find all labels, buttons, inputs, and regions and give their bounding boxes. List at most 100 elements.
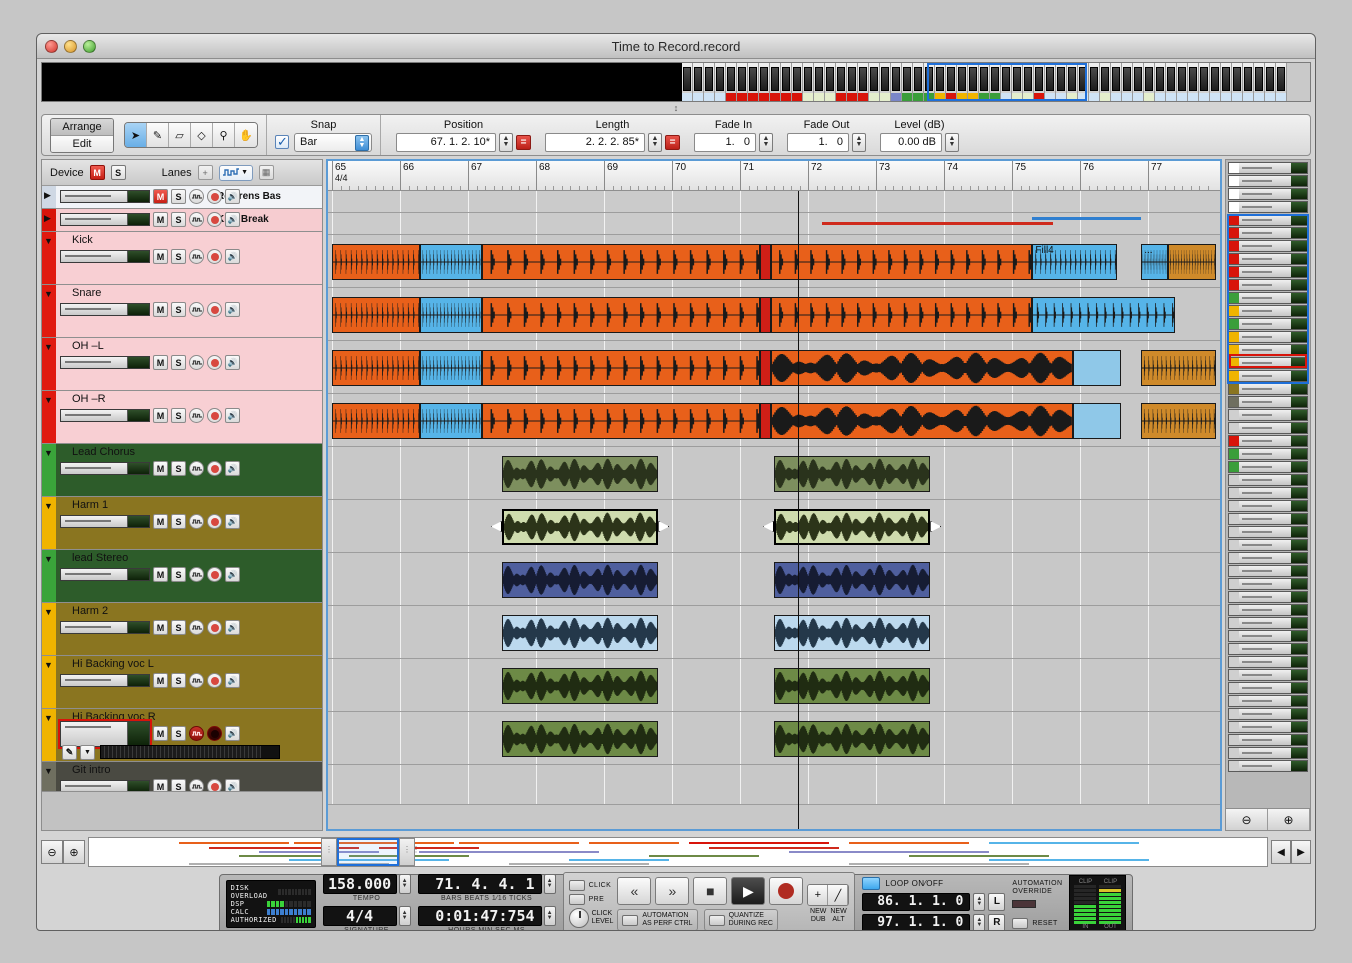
track-automation-button[interactable] — [189, 779, 204, 791]
rack-unit[interactable] — [693, 63, 704, 101]
mini-rack-device[interactable] — [1228, 708, 1308, 720]
mini-rack-device[interactable] — [1228, 643, 1308, 655]
stop-button[interactable]: ■ — [693, 877, 728, 905]
rack-unit[interactable] — [979, 63, 990, 101]
track-header-oh-l[interactable]: ▼ OH –L M S 🔊 — [42, 338, 322, 391]
edit-mode-button[interactable]: Edit — [51, 135, 113, 152]
rack-unit[interactable] — [913, 63, 924, 101]
arrange-lane[interactable] — [328, 394, 1220, 447]
audio-clip[interactable] — [481, 403, 761, 439]
rack-unit[interactable] — [682, 63, 693, 101]
rack-unit[interactable] — [1078, 63, 1089, 101]
fadein-input[interactable]: 1. 0 — [694, 132, 756, 152]
snap-checkbox[interactable] — [275, 134, 289, 150]
rack-unit[interactable] — [847, 63, 858, 101]
mini-rack-device[interactable] — [1228, 539, 1308, 551]
rack-unit[interactable] — [1232, 63, 1243, 101]
track-header-kick-break[interactable]: ▶ Kick Break M S 🔊 — [42, 209, 322, 232]
track-record-arm-button[interactable] — [207, 461, 222, 476]
navigator-zoom-controls[interactable]: ⊖ ⊕ — [41, 840, 85, 864]
clip-resize-handle-right[interactable] — [930, 521, 942, 532]
audio-clip[interactable] — [481, 297, 761, 333]
track-mute-button[interactable]: M — [153, 620, 168, 635]
audio-clip[interactable] — [770, 350, 1074, 386]
track-device-thumbnail[interactable] — [60, 515, 150, 528]
loop-left-stepper-icon[interactable]: ▲ ▼ — [973, 892, 986, 911]
mini-rack-device[interactable] — [1228, 240, 1308, 252]
track-fold-toggle[interactable]: ▼ — [44, 501, 53, 511]
track-solo-button[interactable]: S — [171, 249, 186, 264]
rack-unit[interactable] — [1177, 63, 1188, 101]
track-device-thumbnail[interactable] — [60, 674, 150, 687]
navigator-viewport[interactable] — [337, 838, 399, 866]
track-automation-button[interactable] — [189, 355, 204, 370]
audio-clip[interactable] — [332, 403, 421, 439]
rack-overview-strip[interactable] — [41, 62, 1311, 102]
rack-unit[interactable] — [1210, 63, 1221, 101]
audio-clip[interactable] — [502, 562, 659, 598]
pre-checkbox[interactable] — [568, 894, 585, 905]
add-lane-button[interactable]: + — [197, 165, 213, 180]
audio-clip[interactable] — [420, 244, 482, 280]
arrange-lanes[interactable]: Fill4... — [328, 191, 1220, 829]
rewind-button[interactable]: « — [617, 877, 652, 905]
rack-unit[interactable] — [1089, 63, 1100, 101]
mini-rack-device[interactable] — [1228, 292, 1308, 304]
panel-divider-handle[interactable]: ↕ — [37, 102, 1315, 114]
mini-rack-device[interactable] — [1228, 578, 1308, 590]
rack-unit[interactable] — [1056, 63, 1067, 101]
track-keyzone-display[interactable] — [100, 745, 280, 759]
rack-unit[interactable] — [1221, 63, 1232, 101]
mini-rack-device[interactable] — [1228, 461, 1308, 473]
arrange-lane[interactable] — [328, 341, 1220, 394]
audio-clip[interactable] — [502, 456, 659, 492]
mini-rack-device[interactable] — [1228, 591, 1308, 603]
fast-forward-button[interactable]: » — [655, 877, 690, 905]
mini-rack-device[interactable] — [1228, 448, 1308, 460]
mini-rack-device[interactable] — [1228, 435, 1308, 447]
arrange-lane[interactable] — [328, 765, 1220, 805]
mini-rack-device[interactable] — [1228, 695, 1308, 707]
mini-rack-list[interactable]: [F7] — [1226, 160, 1310, 808]
rack-unit[interactable] — [1023, 63, 1034, 101]
track-monitor-button[interactable]: 🔊 — [225, 673, 240, 688]
mini-rack-device[interactable] — [1228, 383, 1308, 395]
track-automation-button[interactable] — [189, 212, 204, 227]
track-monitor-button[interactable]: 🔊 — [225, 567, 240, 582]
track-fold-toggle[interactable]: ▼ — [44, 607, 53, 617]
rack-unit[interactable] — [1133, 63, 1144, 101]
audio-clip[interactable] — [420, 403, 482, 439]
mini-rack-device[interactable] — [1228, 721, 1308, 733]
track-record-arm-button[interactable] — [207, 567, 222, 582]
rack-unit[interactable] — [814, 63, 825, 101]
rack-unit[interactable] — [726, 63, 737, 101]
mini-rack-device[interactable] — [1228, 162, 1308, 174]
mini-rack-device[interactable] — [1228, 604, 1308, 616]
mini-rack-device[interactable] — [1228, 357, 1308, 369]
track-automation-button[interactable] — [189, 673, 204, 688]
audio-clip[interactable] — [481, 350, 761, 386]
mini-rack-device[interactable] — [1228, 682, 1308, 694]
rack-unit[interactable] — [1111, 63, 1122, 101]
mini-rack-device[interactable] — [1228, 526, 1308, 538]
mini-rack-panel[interactable]: [F7] ⊖ ⊕ — [1225, 159, 1311, 831]
rack-unit[interactable] — [1276, 63, 1287, 101]
track-solo-button[interactable]: S — [171, 212, 186, 227]
time-position-value[interactable]: 0:01:47:754 — [417, 906, 542, 926]
track-fold-toggle[interactable]: ▼ — [44, 660, 53, 670]
track-monitor-button[interactable]: 🔊 — [225, 212, 240, 227]
audio-clip[interactable] — [760, 297, 771, 333]
master-mute-button[interactable]: M — [89, 165, 105, 180]
track-monitor-button[interactable]: 🔊 — [225, 726, 240, 741]
hand-tool[interactable]: ✋ — [235, 123, 257, 147]
lane-grid-button[interactable]: ▦ — [258, 165, 274, 180]
audio-clip[interactable] — [502, 615, 659, 651]
track-automation-button[interactable] — [189, 461, 204, 476]
mini-rack-device[interactable] — [1228, 227, 1308, 239]
track-device-thumbnail[interactable] — [60, 409, 150, 422]
track-device-thumbnail[interactable] — [58, 718, 152, 749]
arrange-lane[interactable] — [328, 659, 1220, 712]
rack-unit[interactable] — [1001, 63, 1012, 101]
track-mute-button[interactable]: M — [153, 514, 168, 529]
track-solo-button[interactable]: S — [171, 189, 186, 204]
